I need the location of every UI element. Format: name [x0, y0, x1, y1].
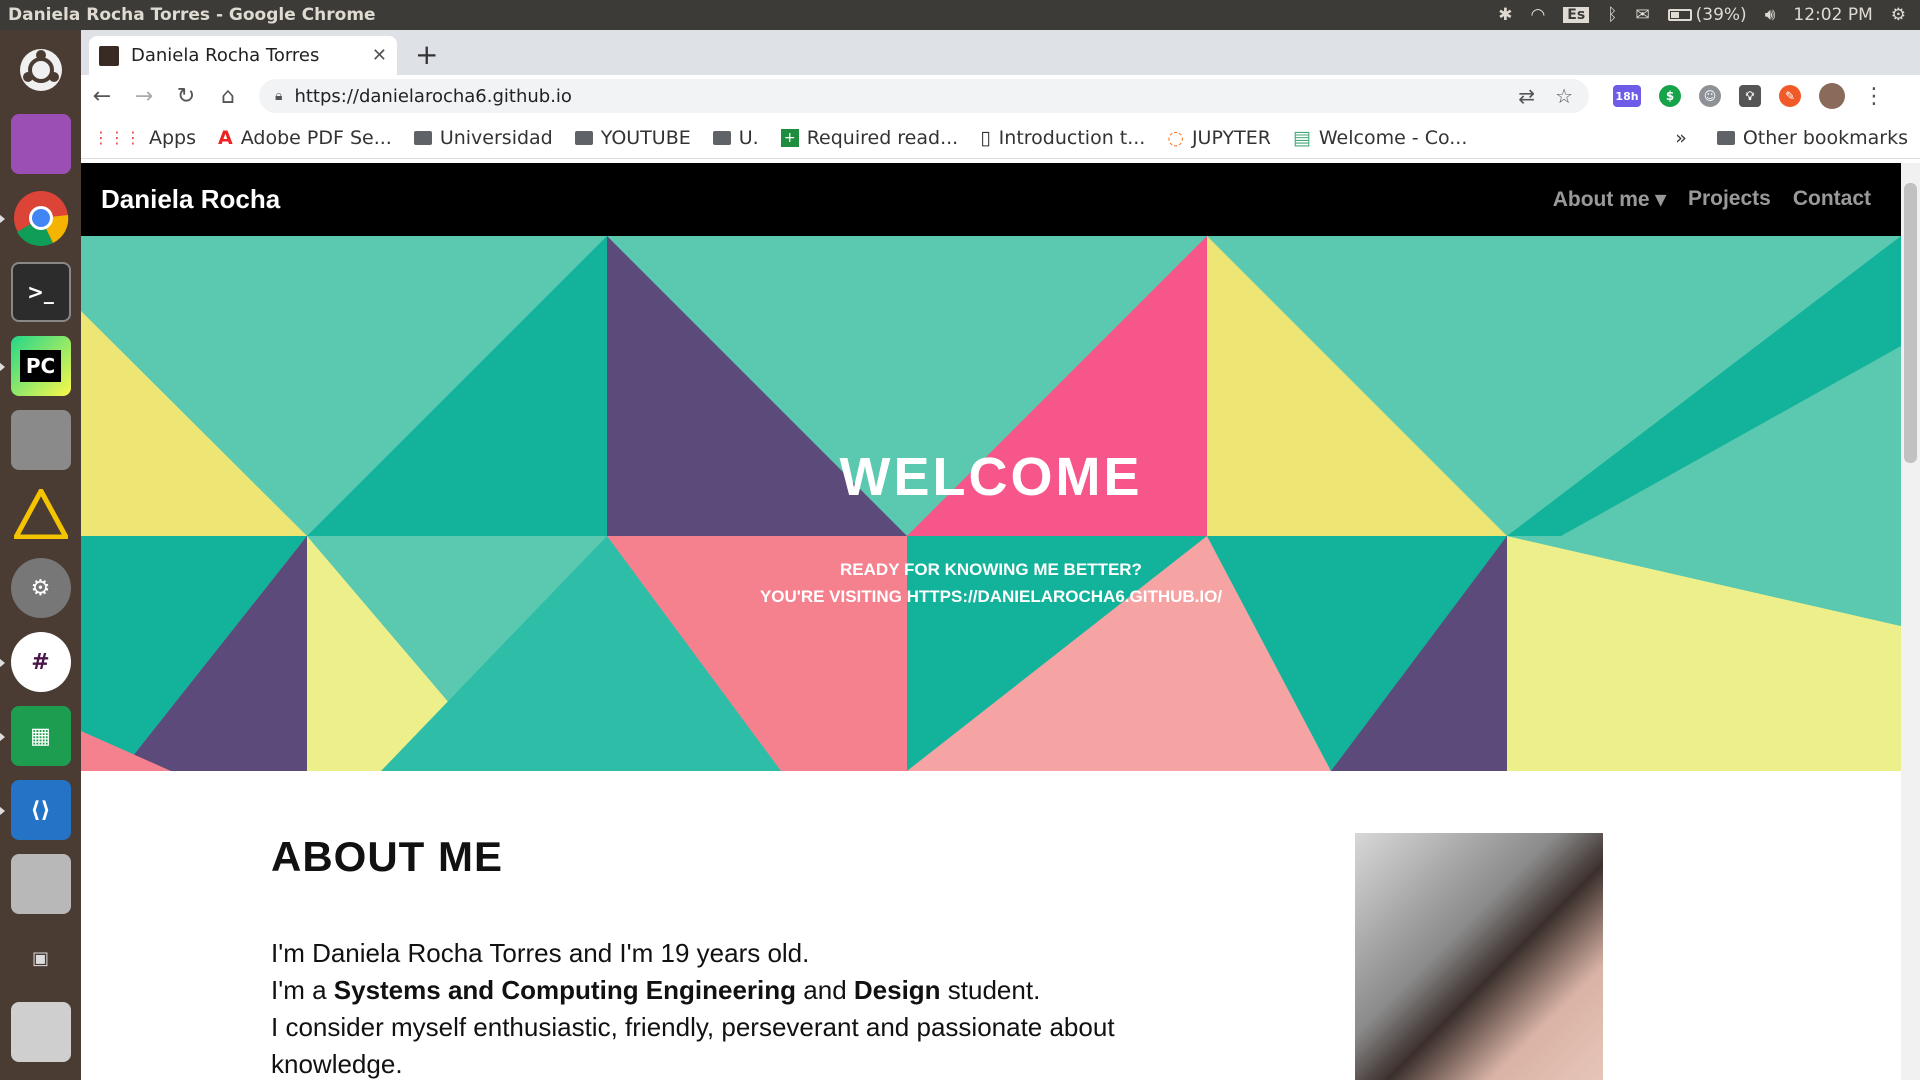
power-gear-icon[interactable]: ⚙: [1891, 5, 1906, 25]
toolbar: ← → ↻ ⌂ 🔒︎ https://danielarocha6.github.…: [81, 75, 1920, 117]
tab-strip: Daniela Rocha Torres ✕ +: [81, 30, 1920, 75]
about-line-2: I'm a Systems and Computing Engineering …: [271, 975, 1041, 1005]
disk-drive-icon[interactable]: [10, 854, 71, 914]
files-icon[interactable]: [10, 410, 71, 470]
bookmark-jupyter[interactable]: ◌ JUPYTER: [1167, 127, 1271, 149]
about-heading: ABOUT ME: [271, 833, 503, 880]
url-text: https://danielarocha6.github.io: [294, 85, 572, 107]
trash-icon[interactable]: [10, 1002, 71, 1062]
lock-icon: 🔒︎: [275, 88, 283, 104]
vscode-icon[interactable]: ⟨⟩: [0, 780, 71, 840]
folder-icon: [413, 130, 432, 145]
adobe-icon: A: [218, 126, 233, 149]
discord-extension-icon[interactable]: ☺: [1699, 85, 1721, 107]
bookmark-star-icon[interactable]: ☆: [1555, 84, 1573, 108]
doc-icon: ▯: [980, 126, 991, 149]
doc-plus-icon: +: [780, 128, 799, 147]
about-line-3: I consider myself enthusiastic, friendly…: [271, 1012, 1115, 1079]
slack-tray-icon[interactable]: ✱: [1498, 5, 1512, 25]
hero-heading: WELCOME: [839, 447, 1143, 507]
window-title: Daniela Rocha Torres - Google Chrome: [8, 5, 376, 25]
hero-line-1: READY FOR KNOWING ME BETTER?: [840, 560, 1142, 579]
page-scrollbar[interactable]: [1901, 163, 1920, 1080]
clock[interactable]: 12:02 PM: [1793, 5, 1872, 25]
jupyter-icon: ◌: [1167, 126, 1184, 149]
chrome-launcher-icon[interactable]: [0, 188, 71, 248]
lightbulb-extension-icon[interactable]: 💡︎: [1739, 85, 1761, 107]
other-bookmarks[interactable]: Other bookmarks: [1716, 127, 1908, 149]
bookmark-welcome[interactable]: ▤ Welcome - Co...: [1293, 127, 1467, 149]
new-tab-icon[interactable]: +: [415, 38, 438, 71]
page-icon: ▤: [1292, 126, 1311, 149]
forward-icon[interactable]: →: [133, 84, 155, 109]
mail-icon[interactable]: ✉: [1635, 5, 1649, 25]
hero-banner: WELCOME READY FOR KNOWING ME BETTER? YOU…: [81, 236, 1901, 771]
hero-subtitle: READY FOR KNOWING ME BETTER? YOU'RE VISI…: [81, 556, 1901, 610]
menu-kebab-icon[interactable]: ⋮: [1863, 84, 1885, 109]
wifi-icon[interactable]: ◠: [1530, 5, 1545, 25]
bookmark-apps[interactable]: ⋮⋮⋮ Apps: [93, 127, 196, 149]
back-icon[interactable]: ←: [91, 84, 113, 109]
keyboard-language-indicator[interactable]: Es: [1563, 7, 1590, 23]
bookmarks-overflow-button[interactable]: »: [1675, 127, 1687, 149]
bookmark-u[interactable]: U.: [712, 127, 759, 149]
folder-icon: [1716, 130, 1735, 145]
nav-about-me[interactable]: About me ▾: [1553, 187, 1666, 212]
settings-tools-icon[interactable]: ⚙: [10, 558, 71, 618]
about-text: I'm Daniela Rocha Torres and I'm 19 year…: [271, 935, 1191, 1080]
bluetooth-icon[interactable]: ᛒ: [1607, 5, 1617, 25]
battery-indicator[interactable]: (39%): [1667, 5, 1747, 25]
battery-icon: [1667, 9, 1692, 21]
profile-avatar[interactable]: [1819, 83, 1845, 109]
chrome-window: Daniela Rocha Torres ✕ + ← → ↻ ⌂ 🔒︎ http…: [81, 30, 1920, 1080]
site-brand[interactable]: Daniela Rocha: [101, 184, 280, 215]
translate-icon[interactable]: ⇄: [1518, 84, 1535, 108]
home-icon[interactable]: ⌂: [217, 84, 239, 109]
tab-close-icon[interactable]: ✕: [372, 45, 387, 66]
tab-title: Daniela Rocha Torres: [131, 45, 320, 66]
workspace-app-icon[interactable]: [10, 114, 71, 174]
workspace-switcher-icon[interactable]: ▣: [11, 928, 71, 988]
green-extension-icon[interactable]: $: [1659, 85, 1681, 107]
bookmark-universidad[interactable]: Universidad: [413, 127, 553, 149]
address-bar[interactable]: 🔒︎ https://danielarocha6.github.io ⇄ ☆: [259, 79, 1589, 113]
terminal-icon[interactable]: >_: [10, 262, 71, 322]
ubuntu-dash-icon[interactable]: [11, 40, 71, 100]
nav-contact[interactable]: Contact: [1793, 187, 1871, 212]
bookmark-introduction[interactable]: ▯ Introduction t...: [980, 127, 1145, 149]
tab-active[interactable]: Daniela Rocha Torres ✕: [89, 36, 397, 75]
spreadsheet-icon[interactable]: ▦: [0, 706, 71, 766]
hero-line-2: YOU'RE VISITING HTTPS://DANIELAROCHA6.GI…: [759, 587, 1223, 606]
web-page: Daniela Rocha About me ▾ Projects Contac…: [81, 163, 1901, 1080]
folder-icon: [712, 130, 731, 145]
apps-grid-icon: ⋮⋮⋮: [93, 128, 141, 147]
about-line-1: I'm Daniela Rocha Torres and I'm 19 year…: [271, 938, 810, 968]
bookmark-required-read[interactable]: + Required read...: [780, 127, 958, 149]
folder-icon: [574, 130, 593, 145]
favicon-icon: [99, 45, 119, 66]
pycharm-icon[interactable]: PC: [0, 336, 71, 396]
extensions-area: 18h $ ☺ 💡︎ ✎ ⋮: [1613, 83, 1885, 109]
reload-icon[interactable]: ↻: [175, 84, 197, 109]
scrollbar-thumb[interactable]: [1904, 183, 1917, 463]
profile-photo: [1355, 833, 1603, 1080]
bookmarks-bar: ⋮⋮⋮ Apps A Adobe PDF Se... Universidad YOU…: [81, 117, 1920, 159]
battery-percent: (39%): [1695, 5, 1747, 25]
timer-extension-icon[interactable]: 18h: [1613, 85, 1641, 107]
slack-icon[interactable]: #: [0, 632, 71, 692]
triangle-app-icon[interactable]: [11, 484, 71, 544]
orange-extension-icon[interactable]: ✎: [1779, 85, 1801, 107]
site-navbar: Daniela Rocha About me ▾ Projects Contac…: [81, 163, 1901, 236]
bookmark-adobe[interactable]: A Adobe PDF Se...: [218, 127, 392, 149]
nav-projects[interactable]: Projects: [1688, 187, 1771, 212]
ubuntu-launcher: >_ PC ⚙ # ▦ ⟨⟩ ▣: [0, 30, 81, 1080]
about-section: ABOUT ME I'm Daniela Rocha Torres and I'…: [81, 771, 1901, 1080]
system-top-bar: Daniela Rocha Torres - Google Chrome ✱ ◠…: [0, 0, 1920, 30]
bookmark-youtube[interactable]: YOUTUBE: [574, 127, 691, 149]
volume-icon[interactable]: 🔊︎: [1765, 5, 1776, 25]
